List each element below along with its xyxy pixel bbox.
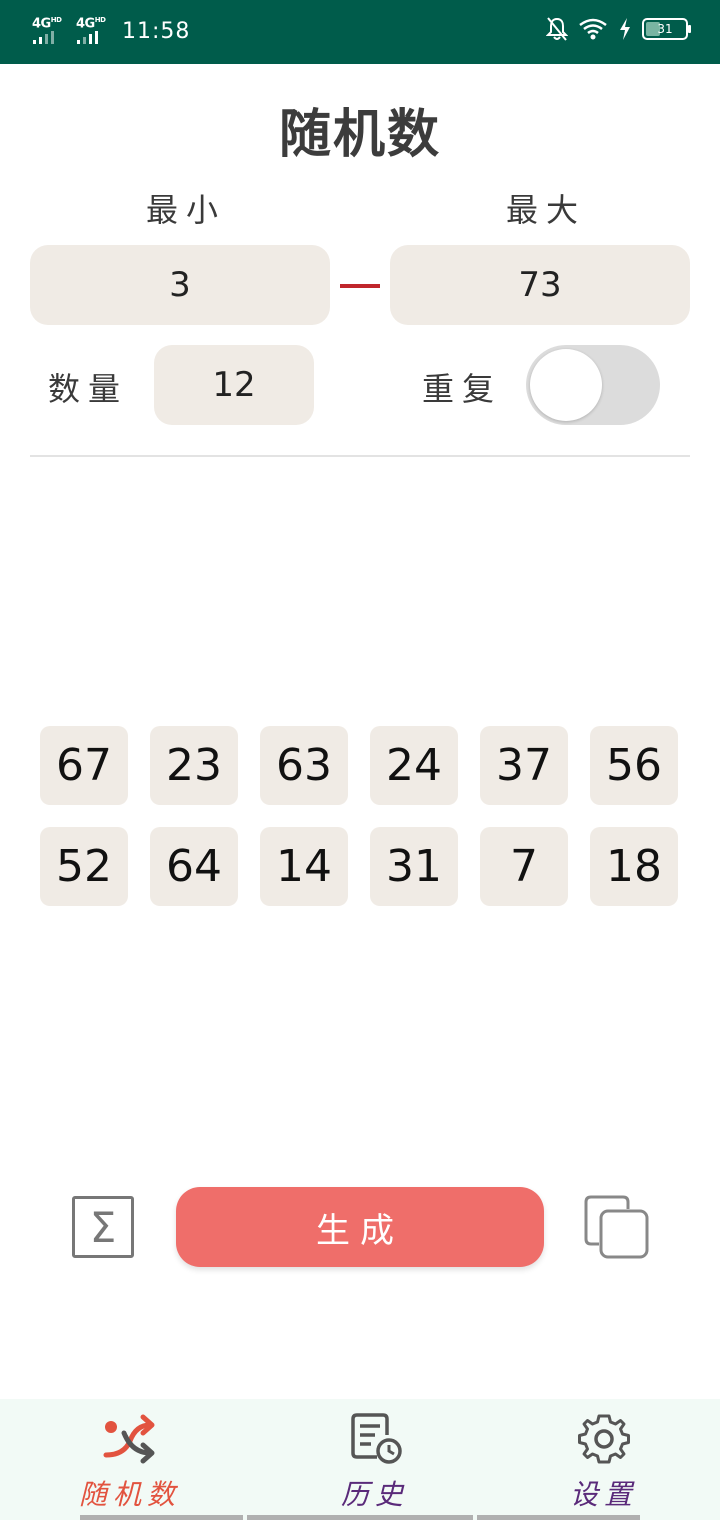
signal-icon: 4GHD: [30, 16, 68, 46]
sum-button[interactable]: Σ: [72, 1196, 134, 1258]
count-label: 数量: [48, 370, 129, 408]
min-label: 最小: [146, 191, 227, 229]
nav-indicator: [247, 1515, 473, 1520]
status-time: 11:58: [122, 18, 191, 44]
status-left: 4GHD 4GHD 11:58: [30, 16, 190, 46]
shuffle-icon: [103, 1414, 155, 1464]
history-icon: [351, 1413, 402, 1464]
result-cell: 18: [590, 827, 678, 906]
generate-button[interactable]: 生成: [176, 1187, 544, 1267]
gear-icon: [578, 1414, 630, 1464]
mute-bell-icon: [546, 17, 568, 41]
nav-indicator: [477, 1515, 640, 1520]
result-cell: 24: [370, 726, 458, 805]
bottom-nav: 随机数 历史 设置: [0, 1399, 720, 1520]
result-cell: 67: [40, 726, 128, 805]
battery-icon: 31: [642, 18, 691, 40]
page-title: 随机数: [278, 105, 441, 165]
result-cell: 31: [370, 827, 458, 906]
min-value-input[interactable]: 3: [30, 245, 330, 325]
charging-icon: [620, 18, 630, 40]
result-cell: 64: [150, 827, 238, 906]
status-bar: 4GHD 4GHD 11:58 31: [0, 0, 720, 64]
nav-item-history[interactable]: 历史: [255, 1399, 495, 1520]
result-cell: 52: [40, 827, 128, 906]
result-cell: 37: [480, 726, 568, 805]
nav-label-random: 随机数: [78, 1478, 181, 1511]
count-input[interactable]: 12: [154, 345, 314, 425]
repeat-label: 重复: [422, 370, 503, 408]
toggle-knob: [530, 349, 602, 421]
max-value-input[interactable]: 73: [390, 245, 690, 325]
range-dash: [340, 284, 380, 288]
nav-item-random[interactable]: 随机数: [10, 1399, 250, 1520]
divider: [30, 455, 690, 457]
nav-item-settings[interactable]: 设置: [484, 1399, 720, 1520]
nav-label-settings: 设置: [569, 1478, 638, 1511]
sigma-icon: Σ: [89, 1202, 117, 1252]
max-label: 最大: [506, 191, 587, 229]
result-cell: 14: [260, 827, 348, 906]
repeat-toggle[interactable]: [526, 345, 660, 425]
nav-label-history: 历史: [340, 1478, 409, 1511]
result-cell: 7: [480, 827, 568, 906]
status-right: 31: [546, 16, 691, 42]
signal-icon-2: 4GHD: [74, 16, 112, 46]
wifi-icon: [579, 18, 607, 40]
result-cell: 56: [590, 726, 678, 805]
copy-icon: [584, 1195, 649, 1259]
copy-button[interactable]: [583, 1194, 651, 1262]
nav-indicator: [80, 1515, 243, 1520]
result-cell: 63: [260, 726, 348, 805]
result-cell: 23: [150, 726, 238, 805]
results-grid: 67 23 63 24 37 56 52 64 14 31 7 18: [40, 726, 680, 906]
